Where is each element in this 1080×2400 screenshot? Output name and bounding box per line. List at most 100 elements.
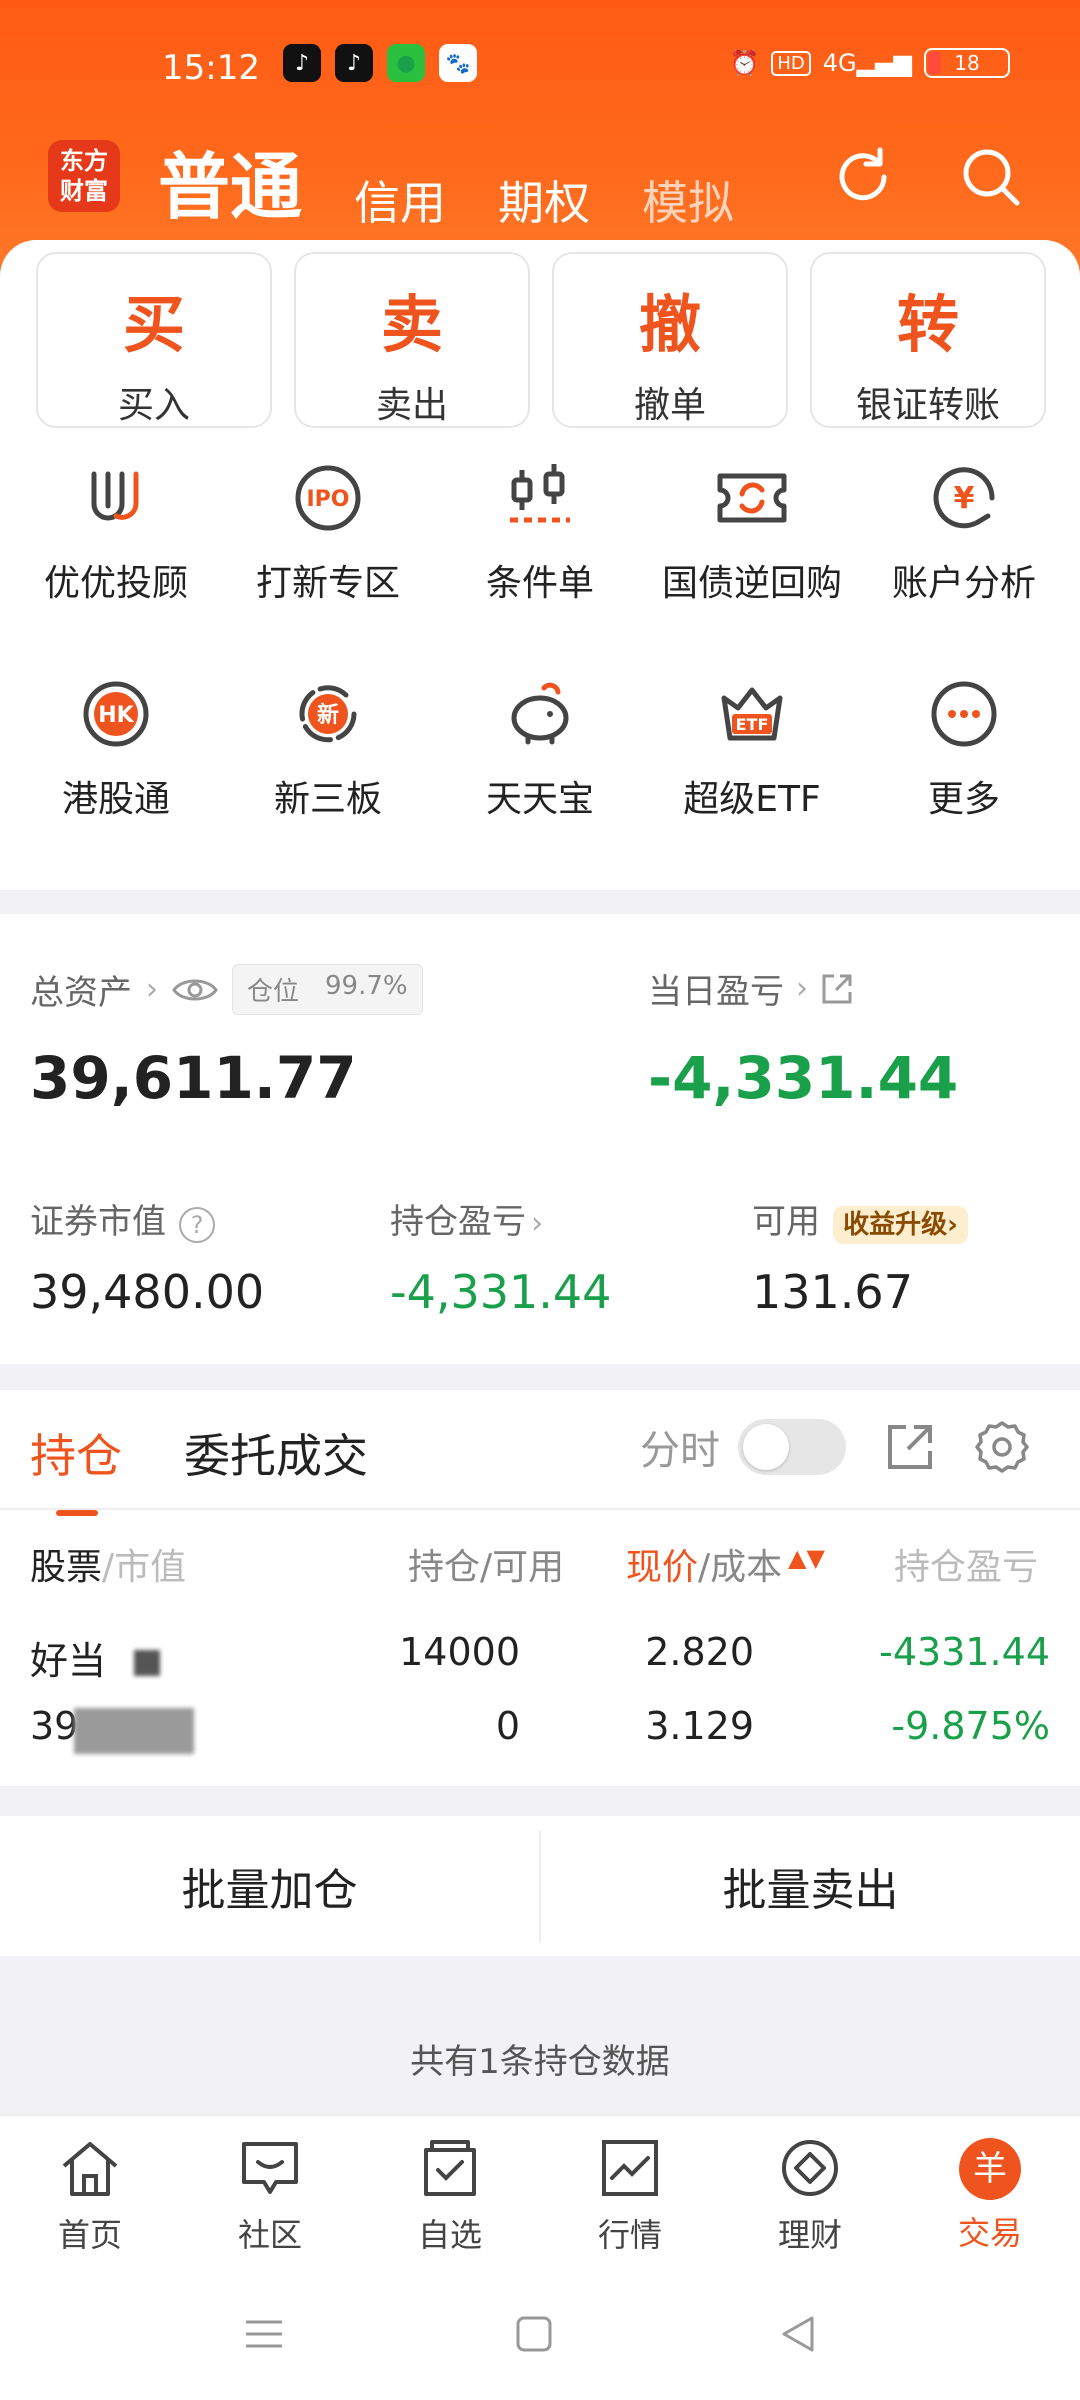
piggy-bank-icon	[511, 682, 569, 745]
home-square-icon[interactable]	[514, 2314, 554, 2354]
holdings-count-note: 共有1条持仓数据	[410, 2042, 670, 2082]
market-value-label: 证券市值	[30, 1202, 166, 1242]
intraday-label: 分时	[640, 1428, 720, 1474]
hold-pnl: -4331.44	[879, 1630, 1050, 1674]
buy-button[interactable]: 买 买入	[36, 252, 272, 428]
eye-icon[interactable]	[172, 975, 218, 1005]
wealth-diamond-icon	[782, 2140, 838, 2196]
nav-wealth[interactable]: 理财	[720, 2116, 900, 2270]
community-icon	[242, 2142, 298, 2194]
day-pnl-label[interactable]: 当日盈亏	[648, 964, 784, 1013]
account-type-tabs: 普通 信用 期权 模拟	[158, 128, 734, 233]
holding-qty: 14000	[399, 1630, 520, 1674]
trade-icon: 羊	[959, 2138, 1021, 2200]
nav-community[interactable]: 社区	[180, 2116, 360, 2270]
bond-repo-icon	[717, 473, 787, 523]
condition-order-icon	[510, 464, 570, 523]
trade-functions-card: 买 买入 卖 卖出 撤 撤单 转 银证转账 优优投顾 IPO 打新专区 条件单 …	[0, 240, 1080, 890]
tiktok-app-icon: ♪	[335, 44, 373, 82]
grid-item-tiantianbao[interactable]: 天天宝	[435, 674, 645, 890]
grid-item-super-etf[interactable]: ETF 超级ETF	[647, 674, 857, 890]
chevron-right-icon: ›	[531, 1206, 544, 1241]
tab-orders[interactable]: 委托成交	[184, 1420, 368, 1486]
hk-connect-icon: HK	[83, 681, 149, 747]
baidu-app-icon: 🐾	[439, 44, 477, 82]
total-assets-label[interactable]: 总资产	[30, 965, 132, 1014]
hold-pnl-pct: -9.875%	[891, 1704, 1050, 1748]
system-nav-bar	[0, 2270, 1080, 2400]
cost-price: 3.129	[645, 1704, 754, 1748]
etf-icon: ETF	[721, 687, 783, 741]
available-value: 131.67	[752, 1265, 913, 1319]
svg-text:ETF: ETF	[736, 715, 769, 734]
tab-credit[interactable]: 信用	[354, 167, 446, 233]
total-assets-value: 39,611.77	[30, 1044, 357, 1112]
battery-icon: 18	[924, 48, 1010, 78]
uu-advisor-icon	[91, 471, 139, 521]
grid-item-bond-repo[interactable]: 国债逆回购	[647, 458, 857, 674]
grid-item-account-analysis[interactable]: ¥ 账户分析	[859, 458, 1069, 674]
app-logo: 东方 财富	[48, 140, 120, 212]
settings-gear-icon[interactable]	[974, 1419, 1030, 1475]
tab-holdings[interactable]: 持仓	[30, 1420, 122, 1516]
position-badge: 仓位 99.7%	[232, 964, 423, 1015]
assets-card: 总资产 › 仓位 99.7% 39,611.77 当日盈亏 › -4,331.4…	[0, 914, 1080, 1364]
nav-home[interactable]: 首页	[0, 2116, 180, 2270]
nav-watchlist[interactable]: 自选	[360, 2116, 540, 2270]
nav-trade[interactable]: 羊 交易	[900, 2116, 1080, 2270]
stock-name: 好当	[30, 1639, 107, 1683]
hold-pnl-value: -4,331.44	[390, 1265, 612, 1319]
svg-text:新: 新	[317, 702, 339, 728]
refresh-icon[interactable]	[830, 144, 896, 210]
hd-badge: HD	[771, 50, 811, 76]
menu-icon[interactable]	[244, 2314, 284, 2354]
chevron-right-icon: ›	[146, 972, 158, 1007]
holdings-section: 持仓 委托成交 分时 股票 /市值 持仓/可用 现价 /成本 ▲▼ 持仓盈亏 好…	[0, 1390, 1080, 1786]
status-bar: 15:12 ♪ ♪ ● 🐾 ⏰ HD 4G▂▄▆ 18	[0, 44, 1080, 94]
status-time: 15:12	[162, 48, 260, 88]
grid-item-condition-order[interactable]: 条件单	[435, 458, 645, 674]
account-analysis-icon: ¥	[933, 467, 995, 529]
intraday-toggle[interactable]	[738, 1419, 846, 1475]
tab-normal[interactable]: 普通	[158, 128, 302, 233]
external-link-icon[interactable]	[884, 1421, 936, 1473]
help-icon[interactable]: ?	[179, 1207, 216, 1243]
green-app-icon: ●	[387, 44, 425, 82]
batch-actions: 批量加仓 批量卖出	[0, 1816, 1080, 1956]
neeq-icon: 新	[299, 685, 357, 743]
share-icon[interactable]	[820, 972, 854, 1006]
grid-item-uu-advisor[interactable]: 优优投顾	[11, 458, 221, 674]
batch-sell-button[interactable]: 批量卖出	[541, 1816, 1080, 1956]
music-app-icon: ♪	[283, 44, 321, 82]
price-sort-header[interactable]: 现价	[626, 1538, 698, 1590]
home-icon	[62, 2142, 118, 2196]
grid-item-hk-connect[interactable]: HK 港股通	[11, 674, 221, 890]
batch-add-button[interactable]: 批量加仓	[0, 1816, 539, 1956]
sort-arrows-icon[interactable]: ▲▼	[788, 1544, 825, 1572]
tab-options[interactable]: 期权	[498, 167, 590, 233]
bank-transfer-button[interactable]: 转 银证转账	[810, 252, 1046, 428]
ipo-icon: IPO	[295, 465, 361, 531]
grid-item-neeq[interactable]: 新 新三板	[223, 674, 433, 890]
alarm-icon: ⏰	[729, 49, 760, 77]
bottom-nav: 首页 社区 自选 行情 理财 羊 交易	[0, 2114, 1080, 2270]
watchlist-icon	[424, 2140, 476, 2196]
market-value: 39,480.00	[30, 1265, 265, 1319]
hold-pnl-label[interactable]: 持仓盈亏	[390, 1202, 526, 1242]
more-icon	[931, 681, 997, 747]
nav-market[interactable]: 行情	[540, 2116, 720, 2270]
market-value-masked: 39	[30, 1704, 79, 1748]
cancel-order-button[interactable]: 撤 撤单	[552, 252, 788, 428]
back-triangle-icon[interactable]	[778, 2314, 818, 2354]
search-icon[interactable]	[958, 144, 1024, 210]
svg-text:IPO: IPO	[306, 487, 349, 512]
available-qty: 0	[495, 1704, 520, 1748]
yield-upgrade-button[interactable]: 收益升级›	[833, 1206, 968, 1244]
grid-item-ipo[interactable]: IPO 打新专区	[223, 458, 433, 674]
sell-button[interactable]: 卖 卖出	[294, 252, 530, 428]
svg-text:¥: ¥	[954, 481, 975, 516]
svg-text:HK: HK	[98, 703, 134, 728]
day-pnl-value: -4,331.44	[648, 1044, 959, 1112]
grid-item-more[interactable]: 更多	[859, 674, 1069, 890]
tab-simulation[interactable]: 模拟	[642, 167, 734, 233]
